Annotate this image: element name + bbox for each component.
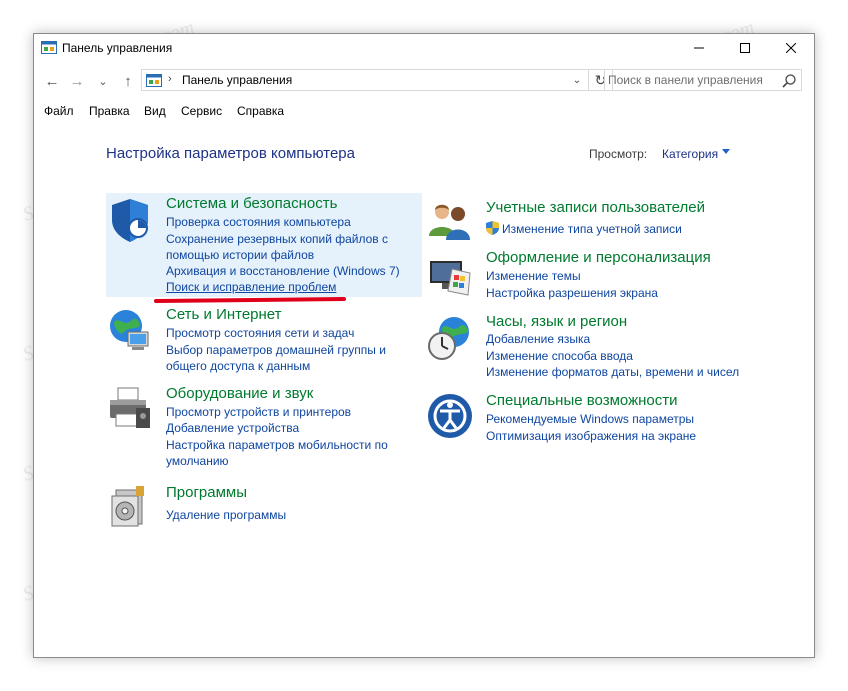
ease-of-access-icon [428, 394, 472, 438]
category-title[interactable]: Сеть и Интернет [166, 306, 282, 323]
annotation-underline [153, 296, 347, 304]
link-input-method[interactable]: Изменение способа ввода [486, 348, 633, 364]
chevron-down-icon: ⌄ [572, 74, 582, 86]
control-panel-icon [41, 41, 57, 54]
menu-tools[interactable]: Сервис [181, 104, 222, 118]
link-add-language[interactable]: Добавление языка [486, 331, 590, 347]
display-palette-icon [430, 261, 471, 296]
menu-bar: Файл Правка Вид Сервис Справка [34, 102, 814, 122]
link-check-status[interactable]: Проверка состояния компьютера [166, 214, 351, 230]
link-optimize-display[interactable]: Оптимизация изображения на экране [486, 428, 696, 444]
link-mobility-cont[interactable]: умолчанию [166, 453, 229, 469]
menu-file[interactable]: Файл [44, 104, 74, 118]
address-bar[interactable]: › Панель управления ⌄ [141, 69, 589, 91]
recent-locations-button[interactable]: ⌄ [96, 70, 110, 92]
window-title: Панель управления [62, 41, 173, 55]
uac-shield-icon [486, 221, 499, 235]
category-title[interactable]: Специальные возможности [486, 392, 678, 409]
up-arrow-icon: ↑ [124, 72, 132, 90]
category-title[interactable]: Программы [166, 484, 247, 501]
breadcrumb-separator[interactable]: › [168, 73, 172, 85]
view-by-dropdown[interactable]: Категория [662, 147, 718, 161]
link-uninstall[interactable]: Удаление программы [166, 507, 286, 523]
category-title[interactable]: Часы, язык и регион [486, 313, 627, 330]
back-button[interactable]: ← [42, 70, 62, 92]
search-icon[interactable] [781, 73, 797, 89]
menu-view[interactable]: Вид [144, 104, 166, 118]
printer-icon [110, 387, 150, 428]
category-title[interactable]: Учетные записи пользователей [486, 199, 705, 216]
link-change-account-type[interactable]: Изменение типа учетной записи [502, 221, 682, 237]
maximize-button[interactable] [722, 34, 768, 62]
back-arrow-icon: ← [44, 72, 60, 90]
menu-edit[interactable]: Правка [89, 104, 130, 118]
minimize-icon [694, 47, 704, 49]
minimize-button[interactable] [676, 34, 722, 62]
link-file-history-cont[interactable]: помощью истории файлов [166, 247, 314, 263]
forward-button[interactable]: → [67, 70, 87, 92]
link-troubleshoot[interactable]: Поиск и исправление проблем [166, 279, 336, 295]
title-bar: Панель управления [34, 34, 814, 62]
category-title[interactable]: Оборудование и звук [166, 385, 313, 402]
menu-help[interactable]: Справка [237, 104, 284, 118]
programs-icon [111, 486, 144, 527]
link-date-time-formats[interactable]: Изменение форматов даты, времени и чисел [486, 364, 739, 380]
clock-globe-icon [428, 317, 469, 360]
link-network-status[interactable]: Просмотр состояния сети и задач [166, 325, 354, 341]
link-change-theme[interactable]: Изменение темы [486, 268, 581, 284]
link-homegroup-cont[interactable]: общего доступа к данным [166, 358, 310, 374]
forward-arrow-icon: → [69, 72, 85, 90]
page-title: Настройка параметров компьютера [106, 145, 355, 162]
link-homegroup[interactable]: Выбор параметров домашней группы и [166, 342, 386, 358]
link-backup-restore[interactable]: Архивация и восстановление (Windows 7) [166, 263, 400, 279]
close-icon [786, 43, 796, 53]
search-input[interactable] [608, 71, 776, 89]
link-mobility[interactable]: Настройка параметров мобильности по [166, 437, 388, 453]
shield-icon [112, 199, 148, 242]
chevron-down-icon: ⌄ [98, 75, 108, 88]
category-title[interactable]: Система и безопасность [166, 195, 337, 212]
address-dropdown-button[interactable]: ⌄ [566, 70, 588, 90]
link-add-device[interactable]: Добавление устройства [166, 420, 299, 436]
link-devices-printers[interactable]: Просмотр устройств и принтеров [166, 404, 351, 420]
control-panel-window: Панель управления ← → ⌄ ↑ › Панель управ… [33, 33, 815, 658]
chevron-down-icon[interactable] [722, 149, 730, 154]
link-recommended-settings[interactable]: Рекомендуемые Windows параметры [486, 411, 694, 427]
view-label: Просмотр: [589, 147, 648, 161]
close-button[interactable] [768, 34, 814, 62]
users-icon [429, 204, 470, 240]
network-globe-icon [110, 310, 149, 350]
link-file-history[interactable]: Сохранение резервных копий файлов с [166, 231, 388, 247]
maximize-icon [740, 43, 750, 53]
category-title[interactable]: Оформление и персонализация [486, 249, 711, 266]
up-button[interactable]: ↑ [118, 70, 138, 92]
control-panel-icon [146, 74, 162, 87]
navigation-bar: ← → ⌄ ↑ › Панель управления ⌄ ↻ [34, 67, 814, 95]
search-box[interactable] [604, 69, 802, 91]
link-screen-resolution[interactable]: Настройка разрешения экрана [486, 285, 658, 301]
breadcrumb-control-panel[interactable]: Панель управления [182, 73, 292, 87]
